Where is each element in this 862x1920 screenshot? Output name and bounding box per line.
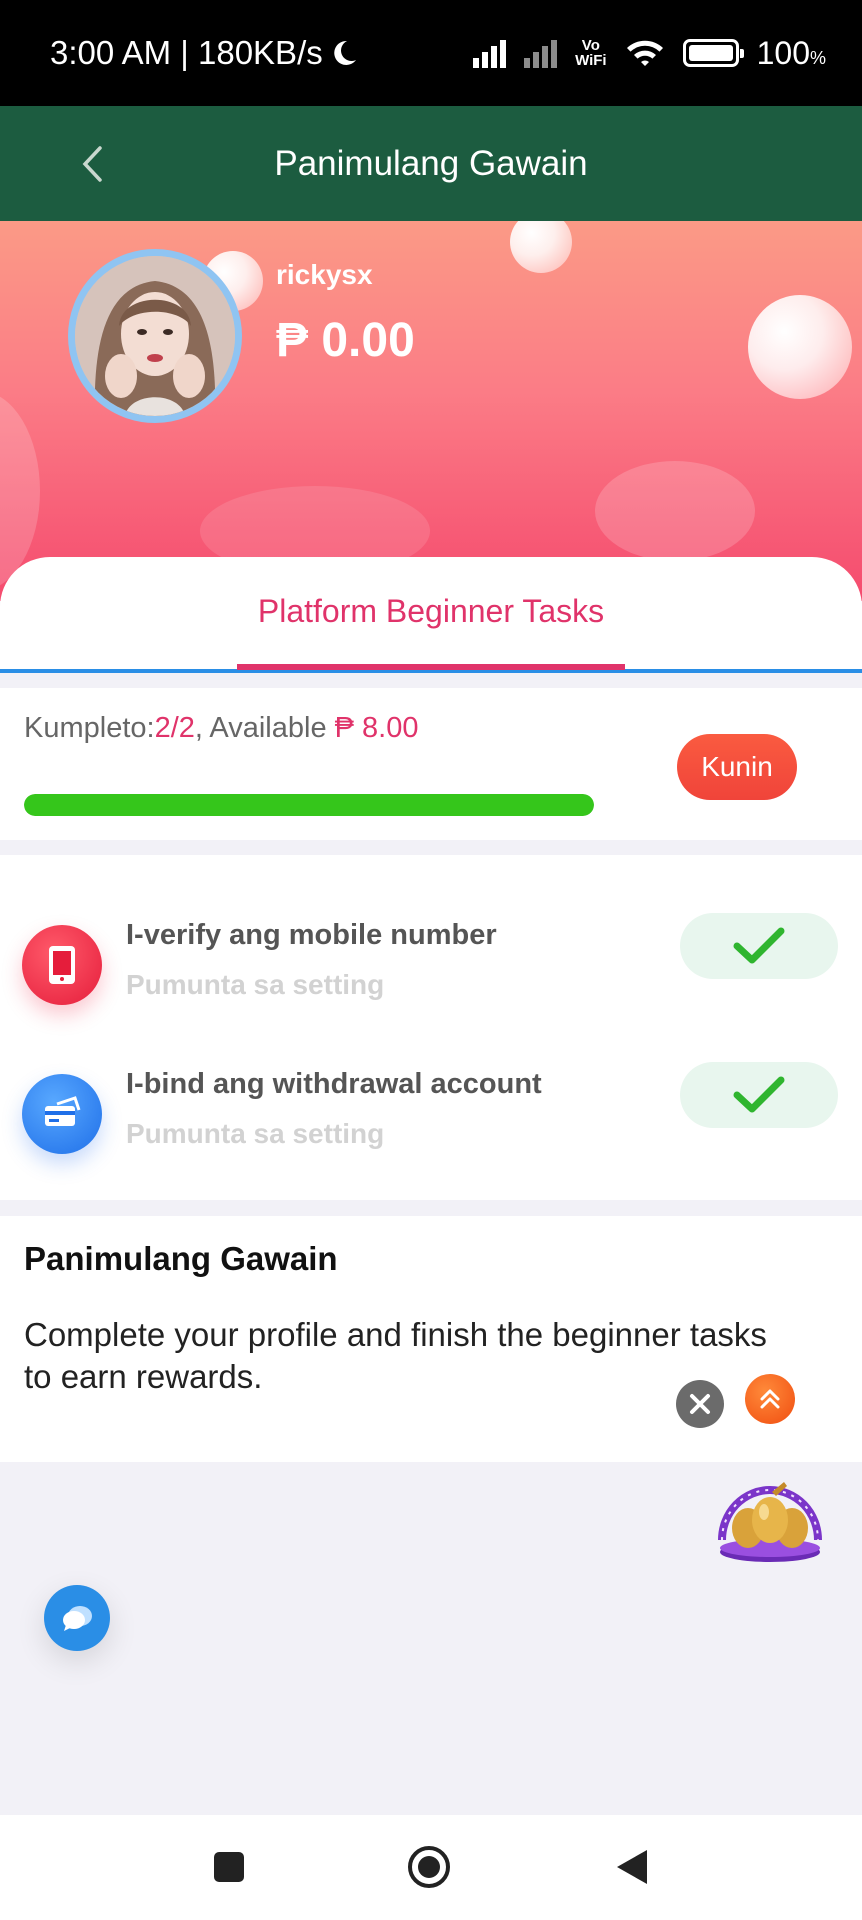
vowifi-icon: Vo WiFi: [575, 38, 607, 68]
balance: ₱ 0.00: [276, 314, 415, 367]
wifi-icon: [626, 40, 663, 66]
battery-percent: 100%: [757, 35, 826, 72]
task-item-verify-mobile[interactable]: I-verify ang mobile number Pumunta sa se…: [0, 913, 862, 1033]
page-title: Panimulang Gawain: [274, 143, 588, 183]
progress-fill: [24, 794, 594, 816]
checkmark-icon: [733, 1076, 785, 1113]
signal-icon-secondary: [524, 38, 558, 68]
moon-icon: [334, 40, 356, 65]
chat-bubble-icon: [63, 1606, 92, 1631]
square-icon: [214, 1852, 244, 1882]
status-bar: 3:00 AM | 180KB/s Vo WiFi 100%: [0, 0, 862, 106]
battery-value: 100: [756, 34, 810, 71]
task-list: I-verify ang mobile number Pumunta sa se…: [0, 855, 862, 1200]
task-subtitle[interactable]: Pumunta sa setting: [126, 969, 384, 1001]
progress-text: Kumpleto:2/2, Available ₱ 8.00: [24, 712, 418, 745]
status-right: Vo WiFi 100%: [473, 35, 826, 72]
progress-card: Kumpleto:2/2, Available ₱ 8.00 Kunin: [0, 688, 862, 840]
task-item-bind-withdrawal[interactable]: I-bind ang withdrawal account Pumunta sa…: [0, 1062, 862, 1182]
home-button[interactable]: [407, 1845, 451, 1889]
decor-blob: [595, 461, 755, 561]
back-nav-button[interactable]: [610, 1845, 654, 1889]
claim-button[interactable]: Kunin: [677, 734, 797, 800]
description-card: Panimulang Gawain Complete your profile …: [0, 1216, 862, 1462]
chevron-left-icon: [82, 146, 102, 182]
task-done-badge: [680, 1062, 838, 1128]
scroll-top-button[interactable]: [745, 1374, 795, 1424]
signal-icon: [473, 38, 507, 68]
avatar[interactable]: [68, 249, 242, 423]
available-amount: ₱ 8.00: [334, 712, 419, 744]
task-title: I-verify ang mobile number: [126, 919, 497, 951]
description-title: Panimulang Gawain: [24, 1240, 338, 1277]
battery-icon: [682, 39, 744, 67]
triangle-back-icon: [617, 1850, 647, 1884]
vowifi-bottom: WiFi: [575, 52, 607, 69]
profile-hero: rickysx ₱ 0.00: [0, 221, 862, 601]
tabs-card: Platform Beginner Tasks: [0, 557, 862, 673]
tab-platform-beginner-tasks[interactable]: Platform Beginner Tasks: [237, 593, 625, 630]
double-chevron-up-icon: [760, 1389, 780, 1409]
decor-bubble: [510, 221, 572, 273]
recents-button[interactable]: [207, 1845, 251, 1889]
close-icon: [690, 1394, 710, 1414]
golden-eggs-icon: [718, 1482, 822, 1562]
chat-float-button[interactable]: [44, 1585, 110, 1651]
available-label: , Available: [194, 712, 335, 744]
task-subtitle[interactable]: Pumunta sa setting: [126, 1118, 384, 1150]
progress-bar: [24, 794, 594, 816]
username: rickysx: [276, 259, 373, 290]
status-time-speed: 3:00 AM | 180KB/s: [50, 34, 323, 71]
vowifi-top: Vo: [581, 37, 600, 54]
checkmark-icon: [733, 927, 785, 964]
app-header: Panimulang Gawain: [0, 106, 862, 221]
decor-bubble: [748, 295, 852, 399]
task-title: I-bind ang withdrawal account: [126, 1068, 542, 1100]
system-nav-bar: [0, 1815, 862, 1920]
description-text: Complete your profile and finish the beg…: [24, 1316, 767, 1395]
tab-underline: [237, 664, 625, 670]
status-left: 3:00 AM | 180KB/s: [50, 34, 359, 72]
prize-float-button[interactable]: [716, 1470, 824, 1566]
battery-unit: %: [809, 47, 826, 68]
phone-icon: [22, 925, 102, 1005]
card-icon: [22, 1074, 102, 1154]
task-done-badge: [680, 913, 838, 979]
circle-icon: [408, 1846, 450, 1888]
close-float-button[interactable]: [676, 1380, 724, 1428]
avatar-image: [75, 256, 235, 416]
back-button[interactable]: [72, 142, 112, 186]
progress-label: Kumpleto:: [24, 712, 155, 744]
progress-count: 2/2: [154, 712, 195, 744]
